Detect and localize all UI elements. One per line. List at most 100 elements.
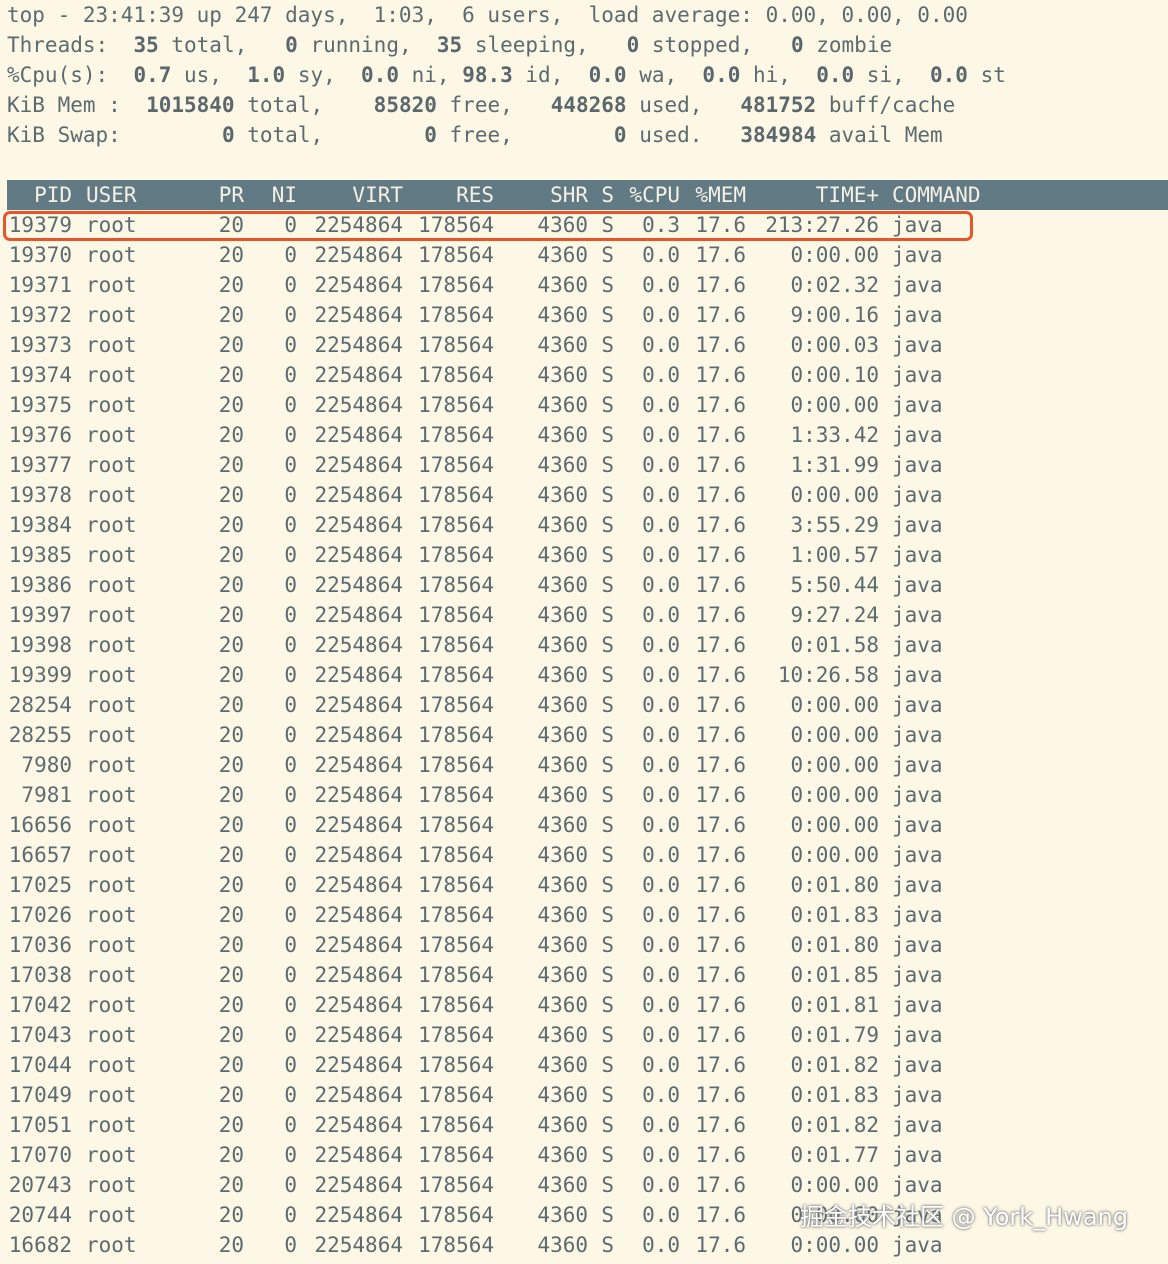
cell-command: java bbox=[892, 1233, 943, 1257]
cell-mem: 17.6 bbox=[695, 1053, 746, 1077]
cell-user: root bbox=[86, 633, 137, 657]
cell-mem: 17.6 bbox=[695, 603, 746, 627]
cell-time: 0:01.80 bbox=[790, 933, 879, 957]
cell-ni: 0 bbox=[284, 693, 297, 717]
summary-line3: %Cpu(s): 0.7 us, 1.0 sy, 0.0 ni, 98.3 id… bbox=[7, 60, 1006, 90]
cell-virt: 2254864 bbox=[314, 723, 403, 747]
cell-res: 178564 bbox=[418, 1173, 494, 1197]
cell-res: 178564 bbox=[418, 783, 494, 807]
cell-shr: 4360 bbox=[537, 1233, 588, 1257]
summary-text: 0 bbox=[285, 33, 298, 57]
cell-ni: 0 bbox=[284, 1143, 297, 1167]
cell-shr: 4360 bbox=[537, 963, 588, 987]
cell-time: 0:01.83 bbox=[790, 903, 879, 927]
cell-cpu: 0.0 bbox=[642, 1173, 680, 1197]
cell-mem: 17.6 bbox=[695, 753, 746, 777]
cell-pr: 20 bbox=[218, 1113, 244, 1137]
column-header-virt: VIRT bbox=[352, 183, 403, 207]
cell-state: S bbox=[601, 303, 614, 327]
summary-text: KiB Mem : bbox=[7, 93, 147, 117]
summary-text: free, bbox=[436, 123, 614, 147]
cell-shr: 4360 bbox=[537, 363, 588, 387]
summary-text: 0 bbox=[613, 123, 627, 147]
summary-text: avail Mem bbox=[816, 123, 943, 147]
cell-state: S bbox=[601, 483, 614, 507]
cell-pid: 17036 bbox=[8, 933, 72, 957]
cell-pid: 19377 bbox=[8, 453, 72, 477]
summary-text: 481752 bbox=[740, 93, 817, 117]
cell-user: root bbox=[86, 303, 137, 327]
cell-res: 178564 bbox=[418, 483, 494, 507]
cell-state: S bbox=[601, 453, 614, 477]
cell-ni: 0 bbox=[284, 303, 297, 327]
cell-user: root bbox=[86, 273, 137, 297]
cell-res: 178564 bbox=[418, 603, 494, 627]
cell-cpu: 0.0 bbox=[642, 873, 680, 897]
cell-state: S bbox=[601, 933, 614, 957]
cell-virt: 2254864 bbox=[314, 1113, 403, 1137]
cell-pr: 20 bbox=[218, 1143, 244, 1167]
summary-text: 35 bbox=[133, 33, 159, 57]
cell-shr: 4360 bbox=[537, 1053, 588, 1077]
cell-user: root bbox=[86, 843, 137, 867]
cell-state: S bbox=[601, 633, 614, 657]
cell-pid: 16682 bbox=[8, 1233, 72, 1257]
cell-virt: 2254864 bbox=[314, 873, 403, 897]
cell-cpu: 0.0 bbox=[642, 1083, 680, 1107]
cell-user: root bbox=[86, 573, 137, 597]
cell-mem: 17.6 bbox=[695, 1203, 746, 1227]
cell-pr: 20 bbox=[218, 843, 244, 867]
cell-mem: 17.6 bbox=[695, 963, 746, 987]
summary-text: 0 bbox=[424, 123, 437, 147]
cell-user: root bbox=[86, 753, 137, 777]
summary-text: used, bbox=[626, 93, 741, 117]
cell-res: 178564 bbox=[418, 543, 494, 567]
summary-text: 0.0 bbox=[930, 63, 968, 87]
cell-mem: 17.6 bbox=[695, 543, 746, 567]
cell-cpu: 0.0 bbox=[642, 813, 680, 837]
cell-shr: 4360 bbox=[537, 423, 588, 447]
cell-pid: 19399 bbox=[8, 663, 72, 687]
cell-virt: 2254864 bbox=[314, 903, 403, 927]
summary-text: zombie bbox=[803, 33, 893, 57]
cell-res: 178564 bbox=[418, 1113, 494, 1137]
cell-command: java bbox=[892, 1083, 943, 1107]
cell-virt: 2254864 bbox=[314, 633, 403, 657]
cell-command: java bbox=[892, 333, 943, 357]
summary-text: 0.0 bbox=[816, 63, 855, 87]
cell-pid: 17070 bbox=[8, 1143, 72, 1167]
cell-res: 178564 bbox=[418, 1083, 494, 1107]
cell-time: 9:27.24 bbox=[790, 603, 879, 627]
cell-pr: 20 bbox=[218, 663, 244, 687]
cell-state: S bbox=[601, 1023, 614, 1047]
cell-user: root bbox=[86, 1233, 137, 1257]
cell-user: root bbox=[86, 1023, 137, 1047]
cell-virt: 2254864 bbox=[314, 333, 403, 357]
cell-cpu: 0.0 bbox=[642, 513, 680, 537]
cell-user: root bbox=[86, 513, 137, 537]
cell-pr: 20 bbox=[218, 393, 244, 417]
cell-state: S bbox=[601, 903, 614, 927]
cell-pid: 28254 bbox=[8, 693, 72, 717]
cell-virt: 2254864 bbox=[314, 1053, 403, 1077]
cell-user: root bbox=[86, 963, 137, 987]
summary-text: st bbox=[967, 63, 1006, 87]
cell-cpu: 0.0 bbox=[642, 483, 680, 507]
cell-command: java bbox=[892, 963, 943, 987]
cell-user: root bbox=[86, 1173, 137, 1197]
cell-cpu: 0.0 bbox=[642, 963, 680, 987]
cell-state: S bbox=[601, 573, 614, 597]
summary-text: free, bbox=[436, 93, 551, 117]
cell-virt: 2254864 bbox=[314, 303, 403, 327]
cell-pid: 17043 bbox=[8, 1023, 72, 1047]
cell-cpu: 0.0 bbox=[642, 1233, 680, 1257]
cell-shr: 4360 bbox=[537, 1143, 588, 1167]
summary-text: 0.0 bbox=[361, 63, 399, 87]
column-header-time: TIME+ bbox=[815, 183, 879, 207]
column-header-state: S bbox=[601, 183, 614, 207]
cell-shr: 4360 bbox=[537, 993, 588, 1017]
cell-state: S bbox=[601, 963, 614, 987]
cell-pid: 19384 bbox=[8, 513, 72, 537]
terminal-window: top - 23:41:39 up 247 days, 1:03, 6 user… bbox=[0, 0, 1168, 1264]
cell-ni: 0 bbox=[284, 633, 297, 657]
